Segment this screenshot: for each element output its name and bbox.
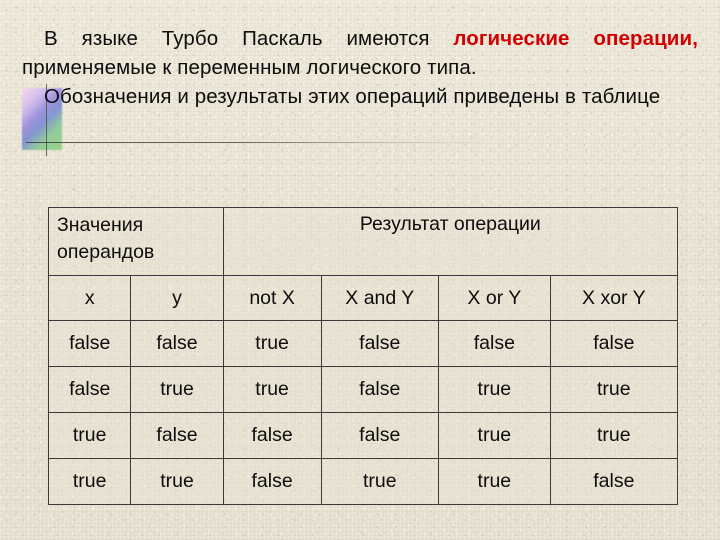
group-header-result: Результат операции — [222, 207, 679, 276]
table-cell: true — [549, 366, 679, 413]
table-cell: true — [47, 412, 132, 459]
table-cell: false — [320, 366, 440, 413]
table-cell: false — [549, 320, 679, 367]
slide-canvas: В языке Турбо Паскаль имеются логические… — [0, 0, 720, 540]
table-cell: true — [438, 412, 551, 459]
table-cell: false — [222, 458, 322, 505]
column-header-not-x: not X — [222, 275, 322, 321]
table-cell: true — [438, 458, 551, 505]
body-copy: В языке Турбо Паскаль имеются логические… — [22, 24, 698, 111]
table-cell: false — [47, 320, 132, 367]
table-cell: false — [320, 412, 440, 459]
logic-truth-table: Значения операндов Результат операции x … — [47, 207, 679, 505]
table-cell: false — [438, 320, 551, 367]
table-cell: true — [222, 320, 322, 367]
paragraph-table-intro: Обозначения и результаты этих операций п… — [44, 85, 661, 108]
column-header-y: y — [130, 275, 224, 321]
column-header-x-xor-y: X xor Y — [549, 275, 679, 321]
table-column-header-row: x y not X X and Y X or Y X xor Y — [47, 275, 679, 321]
column-header-x-or-y: X or Y — [438, 275, 551, 321]
table-cell: true — [47, 458, 132, 505]
horizontal-rule-decoration — [26, 142, 496, 143]
table-cell: true — [438, 366, 551, 413]
column-header-x: x — [47, 275, 132, 321]
group-header-operands: Значения операндов — [48, 207, 224, 276]
table-row: false false true false false false — [47, 320, 679, 367]
table-cell: false — [47, 366, 132, 413]
table-cell: false — [320, 320, 440, 367]
intro-text-after: применяемые к переменным логического тип… — [22, 56, 477, 79]
column-header-x-and-y: X and Y — [320, 275, 440, 321]
table-cell: true — [130, 366, 224, 413]
intro-text-before: В языке Турбо Паскаль имеются — [44, 27, 454, 50]
paragraph-intro: В языке Турбо Паскаль имеются логические… — [22, 24, 698, 82]
highlight-logical-operations: логические операции, — [453, 27, 698, 50]
table-row: true false false false true true — [47, 412, 679, 459]
table-cell: true — [549, 412, 679, 459]
table-cell: true — [130, 458, 224, 505]
table-cell: false — [549, 458, 679, 505]
table-row: false true true false true true — [47, 366, 679, 413]
table-group-header-row: Значения операндов Результат операции — [48, 207, 679, 276]
table-cell: true — [320, 458, 440, 505]
table-cell: false — [130, 320, 224, 367]
table-cell: false — [130, 412, 224, 459]
table-cell: true — [222, 366, 322, 413]
table-cell: false — [222, 412, 322, 459]
table-row: true true false true true false — [47, 458, 679, 505]
